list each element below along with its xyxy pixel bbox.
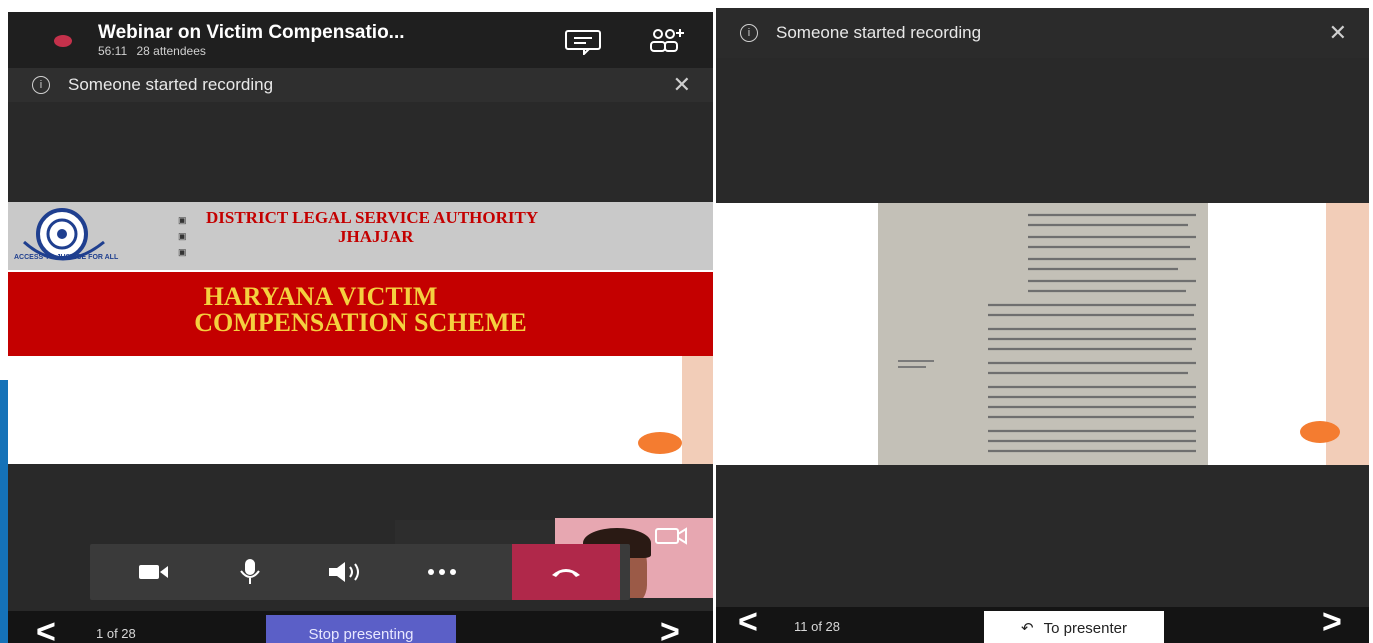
right-laser-pointer: [1300, 421, 1340, 443]
slide-right-frame: [682, 356, 713, 464]
document-text-lines: [898, 213, 1196, 453]
mic-icon: [240, 559, 260, 584]
more-icon: [428, 569, 456, 575]
slide-title-line-2: COMPENSATION SCHEME: [194, 308, 527, 337]
meeting-duration: 56:11: [98, 44, 128, 58]
right-phone-screen: i Someone started recording ✕ < 11 of 28…: [716, 8, 1369, 643]
hang-up-icon: [552, 569, 580, 577]
authority-line-2: JHAJJAR: [338, 227, 414, 246]
more-options-button[interactable]: [402, 544, 482, 600]
laser-pointer: [638, 432, 682, 454]
right-prev-slide-icon[interactable]: <: [738, 603, 758, 642]
dlsa-logo: ACCESS TO JUSTICE FOR ALL: [14, 204, 154, 268]
meeting-title: Webinar on Victim Compensatio...: [98, 22, 405, 43]
speaker-button[interactable]: [306, 544, 386, 600]
info-icon: i: [32, 76, 50, 94]
shared-document-slide: [716, 203, 1369, 465]
to-presenter-button[interactable]: ↶ To presenter: [984, 611, 1164, 643]
left-phone-screen: Webinar on Victim Compensatio... 56:11 2…: [8, 12, 713, 643]
switch-camera-icon[interactable]: [655, 526, 687, 551]
camera-icon: [139, 565, 168, 579]
left-bottom-nav: < 1 of 28 Stop presenting >: [8, 611, 713, 643]
left-page-counter: 1 of 28: [96, 626, 136, 641]
right-page-counter: 11 of 28: [794, 619, 841, 634]
hang-up-button[interactable]: [512, 544, 620, 600]
camera-button[interactable]: [114, 544, 194, 600]
next-slide-icon[interactable]: >: [660, 613, 680, 643]
right-bottom-nav: < 11 of 28 ↶ To presenter >: [716, 603, 1369, 643]
participants-add-icon[interactable]: [648, 26, 688, 61]
authority-line-1: DISTRICT LEGAL SERVICE AUTHORITY: [206, 208, 539, 227]
to-presenter-label: To presenter: [1043, 619, 1127, 637]
mic-button[interactable]: [210, 544, 290, 600]
stop-presenting-button[interactable]: Stop presenting: [266, 615, 456, 643]
meeting-attendees: 28 attendees: [136, 44, 206, 58]
right-banner-text: Someone started recording: [776, 23, 982, 42]
call-controls: [90, 544, 630, 600]
right-info-icon: i: [740, 24, 758, 42]
background-blue-edge: [0, 380, 8, 643]
right-banner-close-icon[interactable]: ✕: [1329, 20, 1347, 46]
right-recording-banner: i Someone started recording ✕: [716, 8, 1369, 58]
chat-icon[interactable]: [564, 29, 602, 60]
banner-close-icon[interactable]: ✕: [673, 72, 691, 98]
banner-text: Someone started recording: [68, 75, 274, 94]
bullet-list-icons: ▣ ▣ ▣: [178, 215, 187, 257]
document-photo: [878, 203, 1208, 465]
shared-slide: ACCESS TO JUSTICE FOR ALL ▣ ▣ ▣ DISTRICT L…: [8, 202, 713, 464]
right-next-slide-icon[interactable]: >: [1322, 603, 1342, 642]
recording-banner: i Someone started recording ✕: [8, 68, 713, 102]
meeting-meta: 56:11 28 attendees: [98, 44, 206, 58]
logo-tagline: ACCESS TO JUSTICE FOR ALL: [14, 254, 119, 261]
prev-slide-icon[interactable]: <: [36, 613, 56, 643]
meeting-header: Webinar on Victim Compensatio... 56:11 2…: [8, 12, 713, 68]
recording-dot: [54, 35, 72, 47]
speaker-icon: [329, 562, 359, 582]
undo-arrow-icon: ↶: [1021, 620, 1034, 637]
